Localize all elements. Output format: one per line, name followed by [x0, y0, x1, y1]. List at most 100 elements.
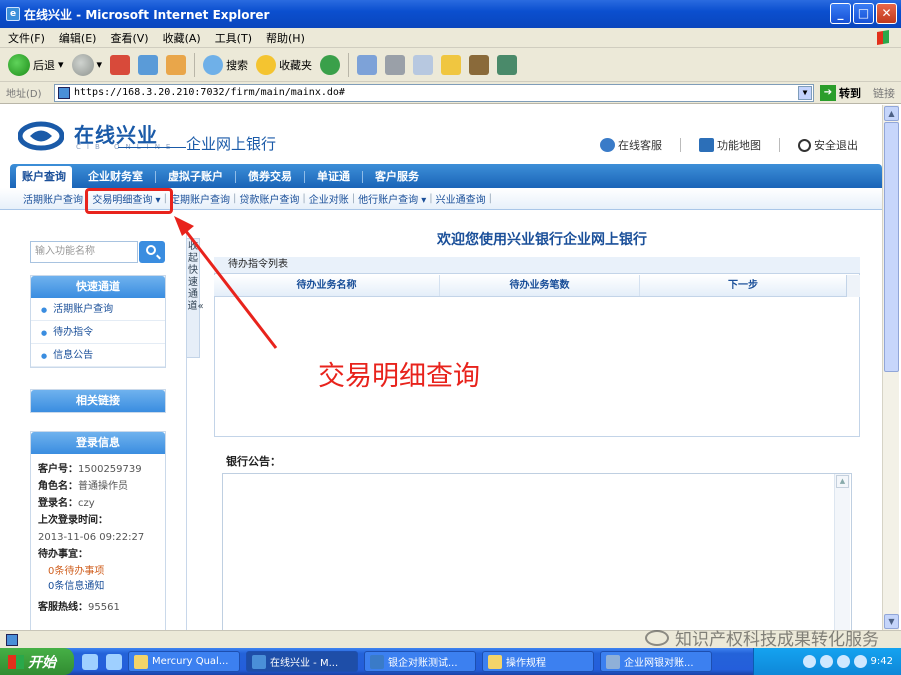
scroll-down-icon[interactable]: ▼ — [884, 614, 899, 629]
menu-file[interactable]: 文件(F) — [8, 30, 45, 46]
go-button[interactable]: ➔ 转到 — [820, 84, 861, 101]
doc-icon — [370, 654, 384, 669]
maximize-icon[interactable]: □ — [853, 3, 874, 24]
tab-customer-service[interactable]: 客户服务 — [363, 166, 431, 188]
menu-help[interactable]: 帮助(H) — [266, 30, 305, 46]
task-label: 操作规程 — [506, 658, 546, 669]
tab-account-query[interactable]: 账户查询 — [16, 166, 72, 188]
folder-icon[interactable] — [441, 54, 462, 75]
print-icon[interactable] — [385, 54, 406, 75]
volume-icon[interactable] — [819, 655, 833, 668]
address-label: 地址(D) — [6, 89, 42, 100]
task-procedure-folder[interactable]: 操作规程 — [482, 651, 594, 672]
menu-favorites[interactable]: 收藏(A) — [163, 30, 201, 46]
messenger-icon[interactable] — [497, 54, 518, 75]
close-icon[interactable]: ✕ — [876, 3, 897, 24]
function-map-link[interactable]: 功能地图 — [699, 137, 761, 153]
logo-divider — [118, 147, 186, 148]
annotation-label: 交易明细查询 — [318, 361, 480, 392]
notice-scrollbar[interactable]: ▲ — [834, 474, 850, 630]
search-button[interactable] — [139, 241, 165, 263]
tab-finance-room[interactable]: 企业财务室 — [76, 166, 155, 188]
refresh-icon[interactable] — [138, 54, 159, 75]
subnav-xingyetong[interactable]: 兴业通查询 — [433, 191, 489, 206]
quick-item-demand-account[interactable]: 活期账户查询 — [31, 298, 165, 321]
customer-service-label: 在线客服 — [618, 139, 662, 152]
login-name-value: czy — [78, 498, 95, 509]
scroll-up-icon[interactable]: ▲ — [884, 106, 899, 121]
mail-icon[interactable] — [357, 54, 378, 75]
menu-view[interactable]: 查看(V) — [110, 30, 148, 46]
subnav-demand-account[interactable]: 活期账户查询 — [20, 191, 86, 206]
stop-icon[interactable] — [110, 54, 131, 75]
ie-icon — [252, 654, 266, 669]
tab-document-service[interactable]: 单证通 — [305, 166, 362, 188]
todo-scrollbar[interactable] — [846, 275, 860, 297]
task-label: Mercury Qual... — [152, 656, 229, 667]
page-scrollbar[interactable]: ▲ ▼ — [882, 105, 899, 630]
subnav-other-bank-account[interactable]: 他行账户查询 ▾ — [355, 191, 429, 206]
tab-virtual-subaccount[interactable]: 虚拟子账户 — [156, 166, 235, 188]
task-ie-window[interactable]: 在线兴业 - M... — [246, 651, 358, 672]
subnav-fixed-account[interactable]: 定期账户查询 — [167, 191, 233, 206]
start-label: 开始 — [28, 654, 56, 671]
hotline-label: 客服热线： — [38, 602, 88, 613]
system-tray: 9:42 — [753, 648, 901, 675]
favorites-button[interactable]: 收藏夹 — [256, 54, 312, 75]
quick-access-title: 快速通道 — [31, 276, 165, 298]
back-arrow-icon — [8, 53, 30, 76]
antivirus-icon[interactable] — [853, 655, 867, 668]
collapse-quick-access-toggle[interactable]: 收起快速通道« — [186, 238, 204, 358]
subnav-reconciliation[interactable]: 企业对账 — [306, 191, 352, 206]
task-netbank-reconciliation[interactable]: 企业网银对账... — [600, 651, 712, 672]
menu-edit[interactable]: 编辑(E) — [59, 30, 97, 46]
quicklaunch-ie-icon[interactable] — [82, 653, 98, 670]
windows-flag-icon — [8, 654, 24, 669]
start-button[interactable]: 开始 — [0, 648, 74, 675]
windows-flag-icon — [869, 29, 895, 47]
clock[interactable]: 9:42 — [871, 656, 893, 667]
logout-link[interactable]: 安全退出 — [798, 137, 858, 153]
watermark-text: 知识产权科技成果转化服务 — [675, 630, 879, 650]
search-button[interactable]: 搜索 — [203, 54, 249, 75]
home-icon[interactable] — [166, 54, 187, 75]
task-reconciliation-test[interactable]: 银企对账测试... — [364, 651, 476, 672]
col-business-count[interactable]: 待办业务笔数 — [440, 275, 640, 296]
network-icon[interactable] — [802, 655, 816, 668]
back-button[interactable]: 后退 ▾ — [8, 53, 64, 76]
links-button[interactable]: 链接 — [873, 85, 895, 101]
wechat-icon — [645, 629, 669, 646]
customer-no-value: 1500259739 — [78, 464, 142, 475]
col-business-name[interactable]: 待办业务名称 — [214, 275, 440, 296]
login-info-title: 登录信息 — [31, 432, 165, 454]
subnav-loan-account[interactable]: 贷款账户查询 — [236, 191, 302, 206]
function-search-input[interactable]: 输入功能名称 — [30, 241, 138, 263]
menu-tools[interactable]: 工具(T) — [215, 30, 252, 46]
related-links-title[interactable]: 相关链接 — [31, 390, 165, 412]
customer-service-icon — [600, 138, 615, 152]
tab-bond-trading[interactable]: 债券交易 — [236, 166, 304, 188]
chevron-down-icon[interactable]: ▼ — [798, 85, 812, 100]
info-count-link[interactable]: 0条信息通知 — [38, 578, 168, 595]
forward-button[interactable]: ▾ — [71, 53, 102, 76]
customer-service-link[interactable]: 在线客服 — [600, 137, 662, 153]
research-icon[interactable] — [469, 54, 490, 75]
hotline-value: 95561 — [88, 602, 120, 613]
security-icon[interactable] — [836, 655, 850, 668]
quick-item-notices[interactable]: 信息公告 — [31, 344, 165, 367]
quick-item-pending[interactable]: 待办指令 — [31, 321, 165, 344]
history-icon[interactable] — [320, 54, 341, 75]
search-label: 搜索 — [226, 58, 249, 72]
doc-icon — [606, 654, 620, 669]
col-next-step[interactable]: 下一步 — [640, 275, 846, 296]
minimize-icon[interactable]: _ — [830, 3, 851, 24]
quicklaunch-browser-icon[interactable] — [106, 653, 122, 670]
address-input[interactable]: https://168.3.20.210:7032/firm/main/main… — [54, 83, 814, 102]
power-icon — [798, 138, 811, 152]
scroll-thumb[interactable] — [884, 122, 899, 372]
forward-arrow-icon — [71, 53, 94, 76]
edit-icon[interactable] — [413, 54, 434, 75]
scroll-up-icon[interactable]: ▲ — [836, 475, 849, 488]
task-label: 银企对账测试... — [388, 658, 458, 669]
task-mercury[interactable]: Mercury Qual... — [128, 651, 240, 672]
